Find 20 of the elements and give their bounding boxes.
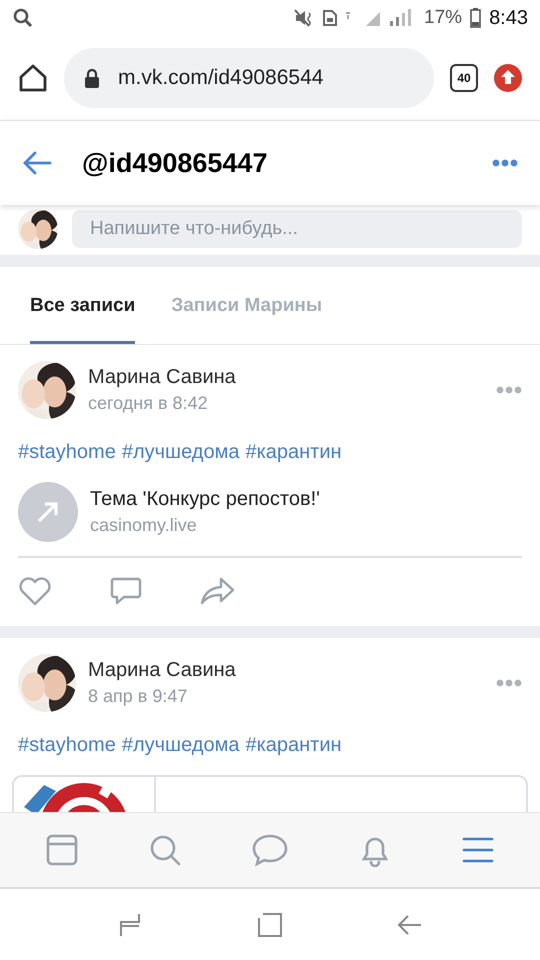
address-bar[interactable]: m.vk.com/id49086544 bbox=[64, 48, 434, 108]
hashtag-link[interactable]: #лучшедома bbox=[122, 441, 240, 464]
post-time: сегодня в 8:42 bbox=[88, 393, 209, 414]
link-title[interactable]: Тема 'Конкурс репостов!' bbox=[90, 488, 522, 511]
hashtag-link[interactable]: #карантин bbox=[245, 441, 342, 464]
post-input[interactable]: Напишите что-нибудь... bbox=[72, 210, 522, 248]
hashtag-link[interactable]: #stayhome bbox=[18, 734, 116, 757]
clock: 8:43 bbox=[489, 6, 528, 30]
hashtag-link[interactable]: #stayhome bbox=[18, 441, 116, 464]
tab[interactable]: Записи Марины bbox=[171, 267, 322, 344]
tab[interactable]: Все записи bbox=[30, 267, 136, 344]
author-name[interactable]: Марина Савина bbox=[88, 659, 484, 682]
post-time: 8 апр в 9:47 bbox=[88, 686, 188, 707]
link-domain: casinomy.live bbox=[90, 515, 198, 536]
page-title: @id490865447 bbox=[82, 148, 268, 178]
hashtag-link[interactable]: #карантин bbox=[245, 734, 342, 757]
tab-count[interactable]: 40 bbox=[450, 64, 478, 92]
hashtag-link[interactable]: #лучшедома bbox=[122, 734, 240, 757]
battery-level: 17% bbox=[424, 7, 462, 29]
author-name[interactable]: Марина Савина bbox=[88, 366, 484, 389]
